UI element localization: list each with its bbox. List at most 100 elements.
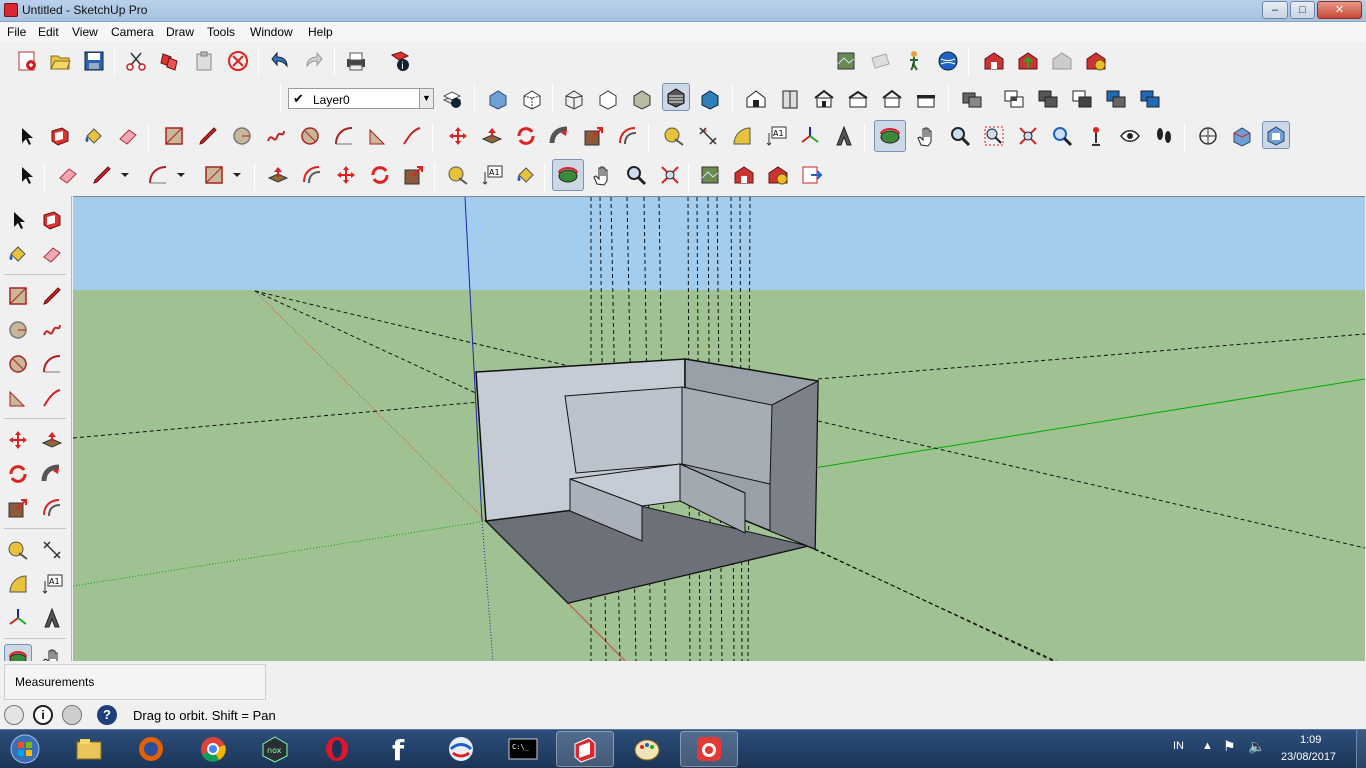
menu-tools[interactable]: Tools	[207, 25, 235, 39]
pencil-line-icon[interactable]	[88, 161, 116, 189]
user-account-icon[interactable]	[62, 705, 82, 725]
position-camera-icon[interactable]	[696, 161, 724, 189]
circle-icon[interactable]	[4, 316, 32, 344]
new-file-icon[interactable]	[13, 47, 41, 75]
instructor-help-icon[interactable]: ?	[97, 705, 117, 725]
input-language[interactable]: IN	[1173, 740, 1184, 752]
select-arrow-icon[interactable]	[12, 122, 40, 150]
protractor-icon[interactable]	[728, 122, 756, 150]
arc-icon[interactable]	[144, 161, 172, 189]
eraser-icon[interactable]	[114, 122, 142, 150]
print-icon[interactable]	[342, 47, 370, 75]
back-view-icon[interactable]	[878, 85, 906, 113]
rectangle-icon[interactable]	[4, 282, 32, 310]
move-icon[interactable]	[4, 426, 32, 454]
pan-hand-icon[interactable]	[38, 644, 66, 661]
show-desktop-button[interactable]	[1356, 730, 1366, 768]
position-camera-icon[interactable]	[832, 47, 860, 75]
pan-hand-icon[interactable]	[912, 122, 940, 150]
zoom-window-icon[interactable]	[980, 122, 1008, 150]
zoom-extents-icon[interactable]	[1014, 122, 1042, 150]
3d-text-icon[interactable]	[38, 604, 66, 632]
front-view-icon[interactable]	[810, 85, 838, 113]
save-icon[interactable]	[80, 47, 108, 75]
share-model-icon[interactable]	[1014, 47, 1042, 75]
monochrome-style-icon[interactable]	[696, 85, 724, 113]
layer-manager-icon[interactable]	[438, 85, 466, 113]
taskbar-facebook-icon[interactable]: f	[370, 731, 428, 767]
warehouse-icon[interactable]	[730, 161, 758, 189]
windows-start-button[interactable]	[3, 731, 47, 767]
right-view-icon[interactable]	[844, 85, 872, 113]
orbit-icon[interactable]	[4, 644, 32, 661]
follow-me-icon[interactable]	[38, 460, 66, 488]
rotate-icon[interactable]	[366, 161, 394, 189]
paint-bucket-icon[interactable]	[4, 240, 32, 268]
eraser-icon[interactable]	[38, 240, 66, 268]
polygon-icon[interactable]	[296, 122, 324, 150]
move-icon[interactable]	[444, 122, 472, 150]
orbit-icon[interactable]	[552, 159, 584, 191]
paste-icon[interactable]	[190, 47, 218, 75]
redo-icon[interactable]	[300, 47, 328, 75]
shaded-textures-style-icon[interactable]	[662, 83, 690, 111]
section-plane-icon[interactable]	[866, 47, 894, 75]
maximize-button[interactable]: □	[1290, 1, 1315, 19]
tape-measure-icon[interactable]	[4, 536, 32, 564]
display-section-cuts-icon[interactable]	[1262, 121, 1290, 149]
3d-text-icon[interactable]	[830, 122, 858, 150]
walk-footprints-icon[interactable]	[1150, 122, 1178, 150]
warehouse-icon[interactable]	[980, 47, 1008, 75]
taskbar-nox-icon[interactable]: nox	[246, 731, 304, 767]
menu-camera[interactable]: Camera	[111, 25, 154, 39]
taskbar-chrome-icon[interactable]	[184, 731, 242, 767]
volume-icon[interactable]: 🔈	[1248, 738, 1265, 755]
offset-icon[interactable]	[298, 161, 326, 189]
cut-icon[interactable]	[122, 47, 150, 75]
text-label-icon[interactable]: A1	[38, 570, 66, 598]
menu-draw[interactable]: Draw	[166, 25, 194, 39]
offset-icon[interactable]	[614, 122, 642, 150]
rotate-icon[interactable]	[512, 122, 540, 150]
arc-icon[interactable]	[330, 122, 358, 150]
rectangle-icon[interactable]	[200, 161, 228, 189]
text-label-icon[interactable]: A1	[478, 161, 506, 189]
protractor-icon[interactable]	[4, 570, 32, 598]
taskbar-browser-icon[interactable]	[432, 731, 490, 767]
freehand-icon[interactable]	[262, 122, 290, 150]
select-arrow-icon[interactable]	[12, 161, 40, 189]
back-edges-style-icon[interactable]	[518, 85, 546, 113]
menu-window[interactable]: Window	[250, 25, 293, 39]
zoom-icon[interactable]	[622, 161, 650, 189]
taskbar-firefox-icon[interactable]	[122, 731, 180, 767]
hidden-line-style-icon[interactable]	[594, 85, 622, 113]
eraser-icon[interactable]	[54, 161, 82, 189]
geo-location-pin-icon[interactable]	[4, 705, 24, 725]
share-component-icon[interactable]	[1048, 47, 1076, 75]
copy-icon[interactable]	[156, 47, 184, 75]
make-component-icon[interactable]	[46, 122, 74, 150]
shaded-style-icon[interactable]	[628, 85, 656, 113]
freehand-icon[interactable]	[38, 316, 66, 344]
close-button[interactable]: ✕	[1317, 1, 1362, 19]
taskbar-sketchup-icon[interactable]	[556, 731, 614, 767]
left-view-icon[interactable]	[912, 85, 940, 113]
offset-icon[interactable]	[38, 494, 66, 522]
move-icon[interactable]	[332, 161, 360, 189]
push-pull-icon[interactable]	[264, 161, 292, 189]
orbit-icon[interactable]	[874, 120, 906, 152]
text-label-icon[interactable]: A1	[762, 122, 790, 150]
pie-icon[interactable]	[4, 384, 32, 412]
dimensions-icon[interactable]	[38, 536, 66, 564]
chevron-down-icon[interactable]	[172, 161, 190, 189]
circle-icon[interactable]	[228, 122, 256, 150]
zoom-icon[interactable]	[946, 122, 974, 150]
menu-view[interactable]: View	[72, 25, 98, 39]
pie-icon[interactable]	[364, 122, 392, 150]
wireframe-style-icon[interactable]	[560, 85, 588, 113]
split-icon[interactable]	[1136, 85, 1164, 113]
scale-icon[interactable]	[580, 122, 608, 150]
zoom-extents-icon[interactable]	[656, 161, 684, 189]
drawing-viewport[interactable]	[73, 196, 1365, 661]
rectangle-icon[interactable]	[160, 122, 188, 150]
